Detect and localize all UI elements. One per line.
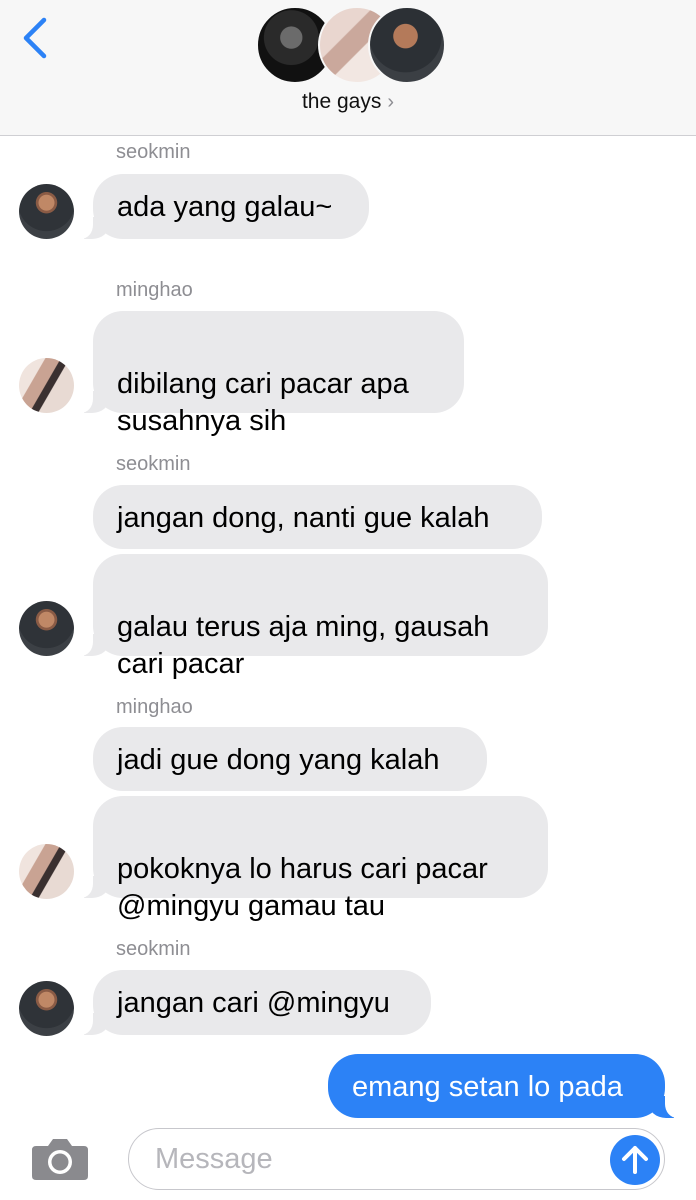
sender-name: minghao: [116, 279, 193, 301]
avatar[interactable]: [19, 981, 74, 1036]
message-text: emang setan lo pada: [352, 1071, 623, 1103]
message-text: pokoknya lo harus cari pacar @mingyu gam…: [117, 853, 488, 922]
message-text: jangan cari @mingyu: [117, 987, 390, 1019]
sender-name: seokmin: [116, 453, 191, 475]
outgoing-message-bubble[interactable]: emang setan lo pada: [328, 1054, 687, 1118]
message-placeholder: Message: [155, 1143, 273, 1175]
chevron-left-icon[interactable]: [18, 14, 54, 62]
message-text: galau terus aja ming, gausah cari pacar: [117, 611, 490, 680]
message-bubble[interactable]: dibilang cari pacar apa susahnya sih: [71, 311, 464, 437]
avatar[interactable]: [19, 844, 74, 899]
message-input[interactable]: Message: [128, 1128, 665, 1190]
send-button[interactable]: [610, 1135, 660, 1185]
message-bubble[interactable]: pokoknya lo harus cari pacar @mingyu gam…: [71, 796, 548, 922]
sender-name: seokmin: [116, 938, 191, 960]
message-text: ada yang galau~: [117, 191, 333, 223]
group-name: the gays: [301, 90, 382, 113]
avatar[interactable]: [19, 184, 74, 239]
group-name-button[interactable]: the gays ›: [0, 90, 696, 114]
message-text: jadi gue dong yang kalah: [117, 744, 440, 776]
group-avatars[interactable]: [256, 6, 446, 84]
avatar: [368, 6, 446, 84]
message-bubble[interactable]: galau terus aja ming, gausah cari pacar: [71, 554, 548, 680]
chevron-right-icon: ›: [387, 91, 395, 113]
avatar[interactable]: [19, 601, 74, 656]
message-bubble[interactable]: jadi gue dong yang kalah: [93, 727, 487, 791]
avatar[interactable]: [19, 358, 74, 413]
sender-name: seokmin: [116, 141, 191, 163]
message-text: dibilang cari pacar apa susahnya sih: [117, 368, 409, 437]
arrow-up-icon: [622, 1146, 648, 1174]
chat-header: the gays ›: [0, 0, 696, 136]
message-bubble[interactable]: jangan dong, nanti gue kalah: [93, 485, 542, 549]
message-bubble[interactable]: ada yang galau~: [71, 174, 369, 239]
message-text: jangan dong, nanti gue kalah: [117, 502, 490, 534]
message-bubble[interactable]: jangan cari @mingyu: [71, 970, 431, 1035]
sender-name: minghao: [116, 696, 193, 718]
camera-icon[interactable]: [30, 1136, 90, 1182]
